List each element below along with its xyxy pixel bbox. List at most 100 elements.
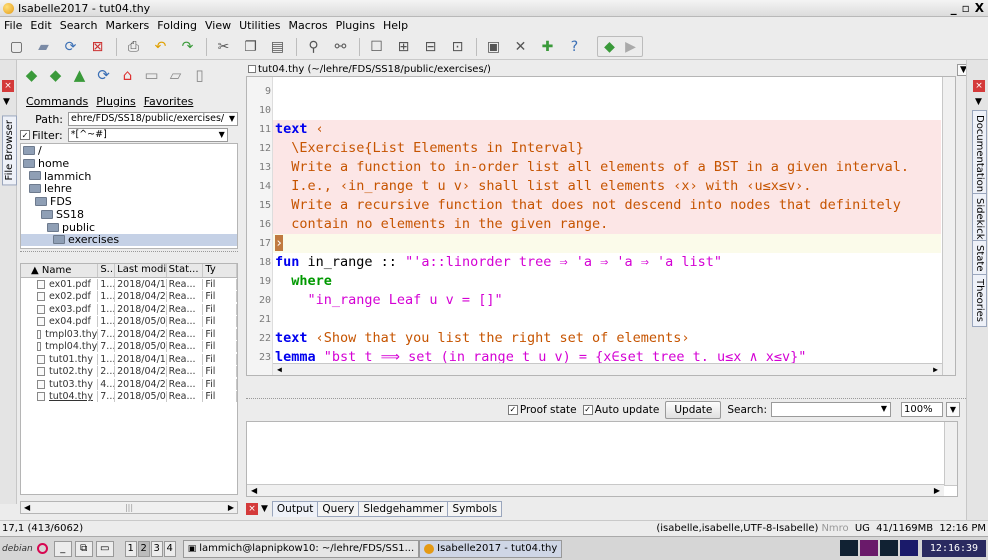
zoom-field[interactable]: 100% <box>901 402 943 417</box>
open-folder-icon[interactable]: ▰ <box>35 38 52 55</box>
minimize-button[interactable]: _ <box>951 1 957 15</box>
file-list-hscroll[interactable]: ◀ ||| ▶ <box>20 501 238 514</box>
show-desktop-icon[interactable]: ▭ <box>95 540 114 557</box>
editor-vscroll[interactable] <box>942 77 955 375</box>
editor-hscroll[interactable]: ◀ ▶ <box>273 363 942 375</box>
tab-output[interactable]: Output <box>271 501 319 517</box>
bottom-dock-menu-icon[interactable]: ▼ <box>261 504 268 514</box>
fb-menu-commands[interactable]: Commands <box>26 95 88 108</box>
file-row[interactable]: tut02.thy2...2018/04/2...Rea...Fil <box>21 366 237 379</box>
plugin-manager-icon[interactable]: ✚ <box>539 38 556 55</box>
file-row[interactable]: tmpl03.thy7...2018/04/2...Rea...Fil <box>21 328 237 341</box>
tree-item[interactable]: home <box>21 157 237 170</box>
windows-list-icon[interactable]: ⧉ <box>74 540 93 557</box>
paste-icon[interactable]: ▤ <box>269 38 286 55</box>
output-vscroll[interactable] <box>944 422 957 486</box>
close-window-button[interactable]: X <box>975 1 984 15</box>
code-line[interactable] <box>273 310 941 329</box>
file-row[interactable]: ex04.pdf1...2018/05/0...Rea...Fil <box>21 316 237 329</box>
tree-item[interactable]: FDS <box>21 195 237 208</box>
file-row[interactable]: tut03.thy4...2018/04/2...Rea...Fil <box>21 378 237 391</box>
tab-theories[interactable]: Theories <box>972 274 987 327</box>
tree-item[interactable]: SS18 <box>21 208 237 221</box>
tab-sidekick[interactable]: Sidekick <box>972 193 987 245</box>
fb-menu-plugins[interactable]: Plugins <box>96 95 135 108</box>
zoom-dropdown[interactable]: ▼ <box>946 402 960 417</box>
code-line[interactable] <box>273 82 941 101</box>
split-horizontal-icon[interactable]: ⊟ <box>422 38 439 55</box>
file-row[interactable]: tut01.thy1...2018/04/1...Rea...Fil <box>21 353 237 366</box>
buffer-flags[interactable]: Nmro <box>821 523 848 534</box>
workspace-4[interactable]: 4 <box>163 540 176 557</box>
tab-sledgehammer[interactable]: Sledgehammer <box>358 501 449 517</box>
output-area[interactable]: ◀ ▶ <box>246 421 958 497</box>
task-terminal[interactable]: ▣ lammich@lapnipkow10: ~/lehre/FDS/SS1... <box>182 539 420 558</box>
code-line[interactable]: contain no elements in the given range. <box>273 215 941 234</box>
menu-macros[interactable]: Macros <box>289 19 328 32</box>
menu-markers[interactable]: Markers <box>106 19 150 32</box>
back-arrow-icon[interactable]: ◆ <box>601 38 618 55</box>
close-dock-icon[interactable]: × <box>2 80 14 92</box>
undo-icon[interactable]: ↶ <box>152 38 169 55</box>
parent-dir-icon[interactable]: ▲ <box>71 66 88 84</box>
help-icon[interactable]: ? <box>566 38 583 55</box>
menu-search[interactable]: Search <box>60 19 98 32</box>
forward-arrow-icon[interactable]: ▶ <box>622 38 639 55</box>
buffer-options-icon[interactable]: ▣ <box>485 38 502 55</box>
menu-folding[interactable]: Folding <box>157 19 197 32</box>
col-name[interactable]: ▲ Name <box>21 264 99 277</box>
code-line[interactable]: Write a function to in-order list all el… <box>273 158 941 177</box>
task-isabelle[interactable]: Isabelle2017 - tut04.thy <box>419 539 563 558</box>
file-row[interactable]: ex02.pdf1...2018/04/2...Rea...Fil <box>21 291 237 304</box>
new-file-icon[interactable]: ▢ <box>8 38 25 55</box>
file-row[interactable]: tut04.thy7...2018/05/0...Rea...Fil <box>21 391 237 404</box>
minimize-all-icon[interactable]: _ <box>53 540 72 557</box>
text-editor[interactable]: 9 10 11 text ‹ 12 \Exercise{List Elements in… <box>246 76 956 376</box>
buffer-mode[interactable]: (isabelle,isabelle,UTF-8-Isabelle) <box>656 523 818 534</box>
find-replace-icon[interactable]: ⚯ <box>332 38 349 55</box>
split-vertical-icon[interactable]: ⊞ <box>395 38 412 55</box>
tab-documentation[interactable]: Documentation <box>972 110 987 198</box>
memory-indicator[interactable]: 41/1169MB <box>876 523 933 534</box>
cut-icon[interactable]: ✂ <box>215 38 232 55</box>
col-status[interactable]: Stat... <box>167 264 204 277</box>
code-line[interactable]: I.e., ‹in_range t u v› shall list all el… <box>273 177 941 196</box>
code-line[interactable]: \Exercise{List Elements in Interval} <box>273 139 941 158</box>
reload-icon[interactable]: ⟳ <box>62 38 79 55</box>
new-dir-icon[interactable]: ▱ <box>167 66 184 84</box>
tree-item[interactable]: lammich <box>21 170 237 183</box>
file-row[interactable]: ex01.pdf1...2018/04/1...Rea...Fil <box>21 278 237 291</box>
code-line[interactable]: fun in_range :: "'a::linorder tree ⇒ 'a … <box>273 253 941 272</box>
tree-item[interactable]: public <box>21 221 237 234</box>
start-menu[interactable]: debian <box>2 544 33 554</box>
close-file-icon[interactable]: ⊠ <box>89 38 106 55</box>
auto-update-checkbox[interactable]: ✓ <box>582 404 593 415</box>
code-line[interactable]: text ‹ <box>273 120 941 139</box>
print-icon[interactable]: ⎙ <box>125 38 142 55</box>
code-line[interactable]: "in_range Leaf u v = []" <box>273 291 941 310</box>
workspace-1[interactable]: 1 <box>124 540 137 557</box>
file-row[interactable]: tmpl04.thy7...2018/05/0...Rea...Fil <box>21 341 237 354</box>
update-button[interactable]: Update <box>665 400 722 419</box>
code-line[interactable]: text ‹Show that you list the right set o… <box>273 329 941 348</box>
output-hscroll[interactable]: ◀ ▶ <box>247 484 944 496</box>
menu-view[interactable]: View <box>205 19 231 32</box>
path-combo[interactable]: ehre/FDS/SS18/public/exercises/ <box>68 112 238 126</box>
workspace-2[interactable]: 2 <box>137 540 150 557</box>
redo-icon[interactable]: ↷ <box>179 38 196 55</box>
tree-item-selected[interactable]: exercises <box>21 233 237 246</box>
panel-splitter[interactable] <box>20 251 238 254</box>
reload-dir-icon[interactable]: ⟳ <box>95 66 112 84</box>
code-line[interactable]: › <box>273 234 941 253</box>
new-file-browser-icon[interactable]: ▯ <box>191 66 208 84</box>
tab-symbols[interactable]: Symbols <box>447 501 503 517</box>
fullscreen-icon[interactable]: ☐ <box>368 38 385 55</box>
code-line[interactable]: Write a recursive function that does not… <box>273 196 941 215</box>
right-dock-menu-icon[interactable]: ▼ <box>975 97 982 107</box>
menu-utilities[interactable]: Utilities <box>239 19 280 32</box>
back-icon[interactable]: ◆ <box>23 66 40 84</box>
dock-menu-arrow-icon[interactable]: ▼ <box>3 97 10 107</box>
menu-edit[interactable]: Edit <box>30 19 51 32</box>
close-right-dock-icon[interactable]: × <box>973 80 985 92</box>
menu-plugins[interactable]: Plugins <box>336 19 375 32</box>
